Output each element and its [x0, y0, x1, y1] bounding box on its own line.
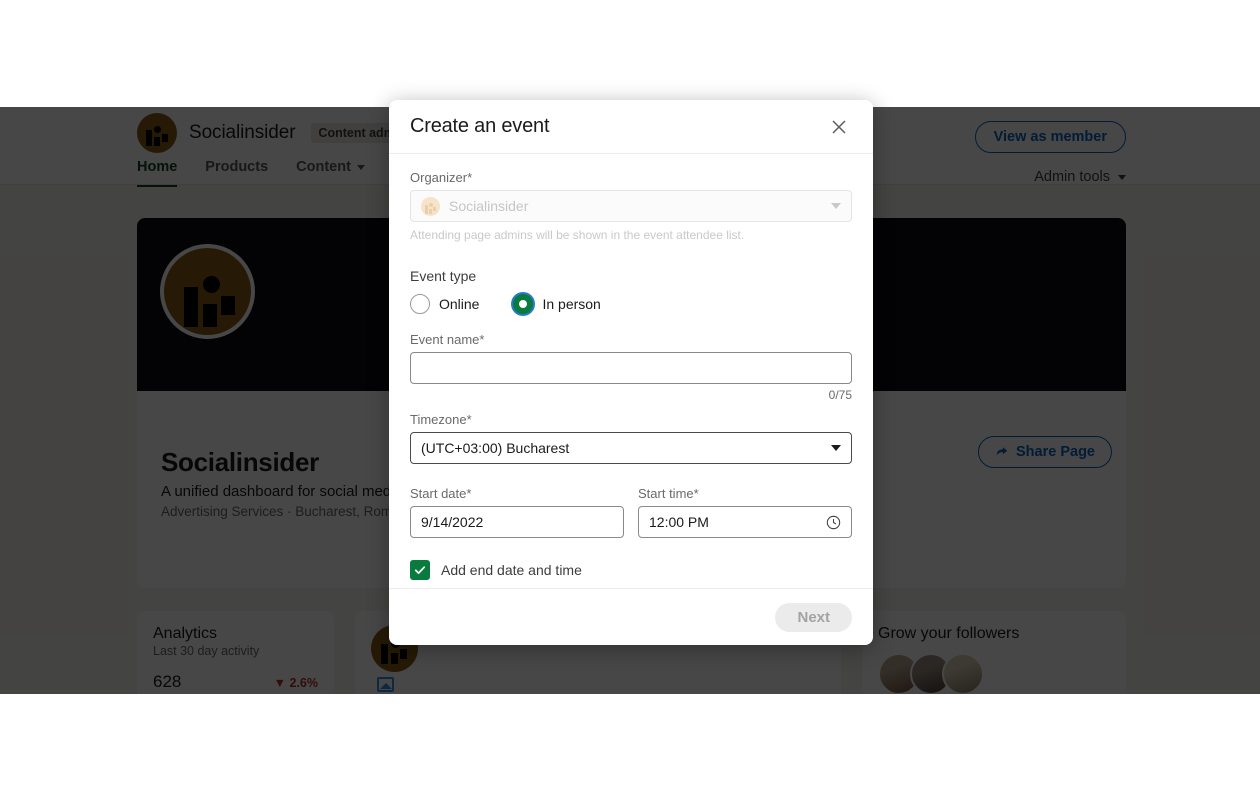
event-type-radio-group: Online In person [410, 294, 852, 314]
start-date-input[interactable]: 9/14/2022 [410, 506, 624, 538]
modal-body: Organizer* Socialinsider Attending page … [389, 154, 873, 588]
checkbox-checked-icon [410, 560, 430, 580]
radio-in-person-label: In person [542, 296, 601, 312]
radio-online-label: Online [439, 296, 480, 312]
start-date-label: Start date* [410, 486, 472, 501]
timezone-label: Timezone* [410, 412, 472, 427]
start-datetime-row: Start date* 9/14/2022 Start time* 12:00 … [410, 486, 852, 538]
next-button[interactable]: Next [775, 602, 852, 632]
start-time-label: Start time* [638, 486, 699, 501]
modal-footer: Next [389, 588, 873, 645]
start-date-group: Start date* 9/14/2022 [410, 486, 624, 538]
event-name-input[interactable] [410, 352, 852, 384]
add-end-datetime-checkbox[interactable]: Add end date and time [410, 560, 852, 580]
start-date-value: 9/14/2022 [421, 514, 484, 530]
modal-title: Create an event [410, 115, 550, 137]
event-name-counter: 0/75 [828, 388, 852, 402]
event-type-label: Event type [410, 268, 477, 284]
create-event-modal: Create an event Organizer* Socialinsider… [389, 100, 873, 645]
organizer-helper-text: Attending page admins will be shown in t… [410, 228, 745, 242]
organizer-label: Organizer* [410, 170, 473, 185]
event-name-label: Event name* [410, 332, 485, 347]
screenshot-root: Socialinsider Content admin View as memb… [0, 0, 1260, 800]
timezone-select[interactable]: (UTC+03:00) Bucharest [410, 432, 852, 464]
organizer-select: Socialinsider [410, 190, 852, 222]
clock-icon [826, 515, 841, 529]
organizer-avatar-icon [421, 196, 440, 216]
chevron-down-icon [831, 203, 841, 209]
add-end-datetime-label: Add end date and time [441, 562, 582, 578]
start-time-input[interactable]: 12:00 PM [638, 506, 852, 538]
modal-header: Create an event [389, 100, 873, 154]
radio-online-icon [410, 294, 430, 314]
organizer-value: Socialinsider [449, 198, 529, 214]
radio-in-person-icon [513, 294, 534, 314]
start-time-group: Start time* 12:00 PM [638, 486, 852, 538]
timezone-value: (UTC+03:00) Bucharest [421, 440, 570, 456]
radio-in-person[interactable]: In person [513, 294, 601, 314]
start-time-value: 12:00 PM [649, 514, 709, 530]
radio-online[interactable]: Online [410, 294, 479, 314]
chevron-down-icon [831, 445, 841, 451]
close-icon[interactable] [826, 114, 852, 140]
